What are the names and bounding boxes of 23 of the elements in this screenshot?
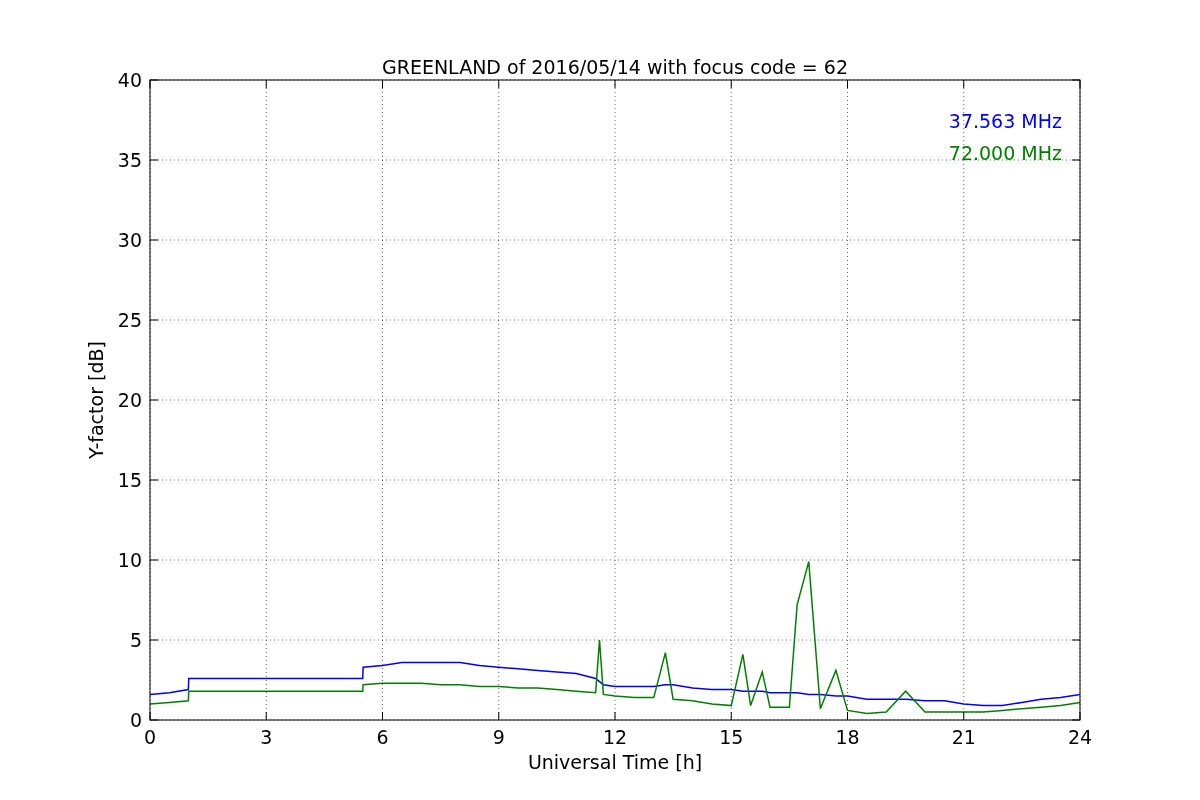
y-tick-label: 30 [117,229,142,251]
legend-label: 72.000 MHz [948,142,1062,164]
x-tick-label: 18 [835,726,860,748]
x-tick-label: 15 [719,726,744,748]
y-tick-label: 0 [129,709,142,731]
legend-label: 37.563 MHz [948,110,1062,132]
y-tick-label: 15 [117,469,142,491]
x-tick-label: 24 [1067,726,1093,748]
y-axis-label: Y-factor [dB] [85,341,107,459]
x-axis-label: Universal Time [h] [527,751,703,773]
x-tick-label: 6 [376,726,389,748]
y-tick-label: 10 [117,549,142,571]
x-tick-label: 3 [260,726,273,748]
x-tick-label: 21 [951,726,976,748]
y-tick-label: 35 [117,149,142,171]
x-tick-label: 12 [602,726,628,748]
chart-title: GREENLAND of 2016/05/14 with focus code = 62 [382,56,848,78]
y-tick-label: 40 [117,69,142,91]
y-tick-label: 5 [129,629,142,651]
y-tick-label: 20 [117,389,142,411]
x-tick-label: 0 [143,726,157,748]
x-tick-label: 9 [492,726,505,748]
y-tick-label: 25 [117,309,142,331]
